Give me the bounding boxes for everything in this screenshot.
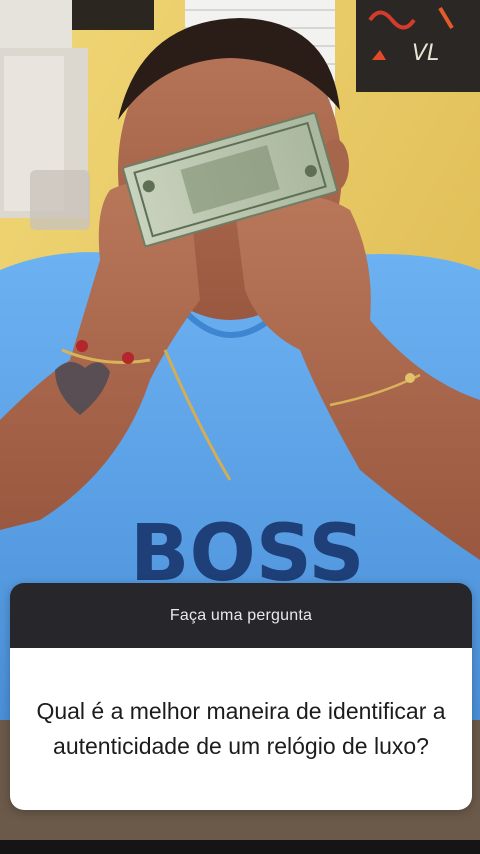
artwork-initials: VL [412, 41, 439, 66]
question-sticker-body: Qual é a melhor maneira de identificar a… [10, 648, 472, 810]
story-frame: VL BOSS Faça uma pergunta Qual é a melho… [0, 0, 480, 854]
question-sticker-header: Faça uma pergunta [10, 583, 472, 648]
bottom-bar [0, 840, 480, 854]
question-sticker[interactable]: Faça uma pergunta Qual é a melhor maneir… [10, 583, 472, 810]
question-sticker-header-label: Faça uma pergunta [169, 606, 313, 624]
question-text: Qual é a melhor maneira de identificar a… [36, 698, 446, 759]
